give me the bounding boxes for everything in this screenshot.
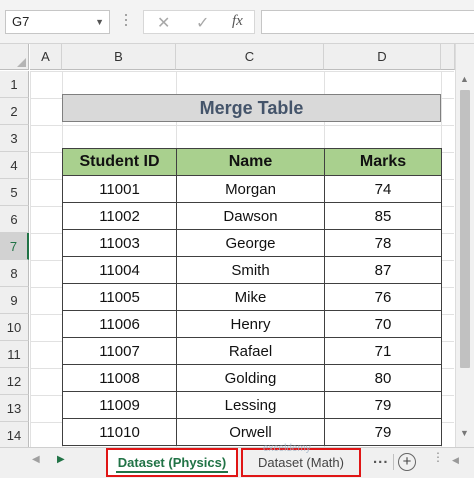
more-options-icon[interactable]: ⋮ [432,450,444,464]
name-cell[interactable]: Mike [176,283,325,311]
formula-buttons: ✕ ✓ fx [143,10,255,34]
student-id-cell[interactable]: 11005 [62,283,177,311]
select-all-corner[interactable] [0,44,29,70]
scroll-up-icon[interactable]: ▲ [460,74,469,84]
student-id-cell[interactable]: 11003 [62,229,177,257]
cancel-icon[interactable]: ✕ [157,13,170,33]
row-header-11[interactable]: 11 [0,341,29,368]
name-cell[interactable]: Dawson [176,202,325,230]
table-row: 11010 Orwell 79 [62,418,442,446]
row-header-12[interactable]: 12 [0,368,29,395]
student-table: Student ID Name Marks 11001 Morgan 74 11002… [62,148,442,446]
insert-function-icon[interactable]: fx [232,13,243,30]
marks-cell[interactable]: 70 [324,310,442,338]
marks-cell[interactable]: 74 [324,175,442,203]
table-row: 11002 Dawson 85 [62,202,442,230]
sheet-tab-bar: ◀ ▶ Dataset (Physics) Dataset (Math) ...… [0,447,474,478]
table-row: 11006 Henry 70 [62,310,442,338]
row-header-2[interactable]: 2 [0,98,29,125]
formula-input[interactable] [261,10,474,34]
row-header-10[interactable]: 10 [0,314,29,341]
divider [393,454,394,470]
table-header-row: Student ID Name Marks [62,148,442,176]
marks-cell[interactable]: 87 [324,256,442,284]
scroll-down-icon[interactable]: ▼ [460,428,469,438]
name-cell[interactable]: Golding [176,364,325,392]
marks-cell[interactable]: 79 [324,418,442,446]
name-cell[interactable]: Henry [176,310,325,338]
table-row: 11009 Lessing 79 [62,391,442,419]
row-header-13[interactable]: 13 [0,395,29,422]
sheet-tab-label: Dataset (Math) [258,455,344,470]
name-cell[interactable]: Rafael [176,337,325,365]
marks-cell[interactable]: 79 [324,391,442,419]
scroll-thumb[interactable] [460,90,470,368]
vertical-scrollbar[interactable]: ▲ ▼ [455,44,474,447]
watermark: exceldemy [263,443,311,454]
sheet-tab-physics[interactable]: Dataset (Physics) [106,448,238,477]
student-id-cell[interactable]: 11006 [62,310,177,338]
row-header-8[interactable]: 8 [0,260,29,287]
table-row: 11001 Morgan 74 [62,175,442,203]
more-sheets-button[interactable]: ... [373,450,389,467]
student-id-cell[interactable]: 11010 [62,418,177,446]
marks-cell[interactable]: 80 [324,364,442,392]
row-header-7[interactable]: 7 [0,233,29,260]
row-header-14[interactable]: 14 [0,422,29,449]
name-box[interactable]: G7 ▼ [5,10,110,34]
add-sheet-button[interactable]: + [398,453,416,471]
row-header-9[interactable]: 9 [0,287,29,314]
name-cell[interactable]: Smith [176,256,325,284]
student-id-cell[interactable]: 11009 [62,391,177,419]
excel-window: G7 ▼ ✕ ✓ fx ABCD 1 2 3 4 5 6 7 8 9 10 11 12 13 14 Mer… [0,0,474,478]
student-id-cell[interactable]: 11002 [62,202,177,230]
chevron-down-icon[interactable]: ▼ [95,11,104,33]
table-row: 11003 George 78 [62,229,442,257]
student-id-cell[interactable]: 11004 [62,256,177,284]
table-row: 11008 Golding 80 [62,364,442,392]
drag-handle-icon[interactable] [124,14,128,30]
column-header-a[interactable]: A [30,44,62,70]
marks-cell[interactable]: 76 [324,283,442,311]
student-id-cell[interactable]: 11007 [62,337,177,365]
formula-bar: G7 ▼ ✕ ✓ fx [0,0,474,44]
row-header-1[interactable]: 1 [0,71,29,98]
marks-cell[interactable]: 78 [324,229,442,257]
sheet-tab-label: Dataset (Physics) [117,455,227,470]
table-row: 11004 Smith 87 [62,256,442,284]
header-marks[interactable]: Marks [324,148,442,176]
column-header-c[interactable]: C [176,44,324,70]
next-sheet-icon[interactable]: ▶ [57,454,65,465]
name-cell[interactable]: George [176,229,325,257]
column-header-b[interactable]: B [62,44,176,70]
row-header-4[interactable]: 4 [0,152,29,179]
active-tab-underline [116,471,228,473]
name-cell[interactable]: Orwell [176,418,325,446]
student-id-cell[interactable]: 11001 [62,175,177,203]
enter-icon[interactable]: ✓ [196,13,209,33]
name-box-value: G7 [12,14,30,29]
merge-table-title[interactable]: Merge Table [62,94,441,122]
row-header-3[interactable]: 3 [0,125,29,152]
row-header-6[interactable]: 6 [0,206,29,233]
column-header-d[interactable]: D [324,44,441,70]
table-row: 11005 Mike 76 [62,283,442,311]
marks-cell[interactable]: 71 [324,337,442,365]
name-cell[interactable]: Lessing [176,391,325,419]
name-cell[interactable]: Morgan [176,175,325,203]
marks-cell[interactable]: 85 [324,202,442,230]
column-header-e[interactable] [441,44,455,70]
previous-sheet-icon[interactable]: ◀ [32,454,40,465]
row-header-5[interactable]: 5 [0,179,29,206]
header-student-id[interactable]: Student ID [62,148,177,176]
table-row: 11007 Rafael 71 [62,337,442,365]
scroll-left-icon[interactable]: ◀ [452,455,459,466]
student-id-cell[interactable]: 11008 [62,364,177,392]
header-name[interactable]: Name [176,148,325,176]
